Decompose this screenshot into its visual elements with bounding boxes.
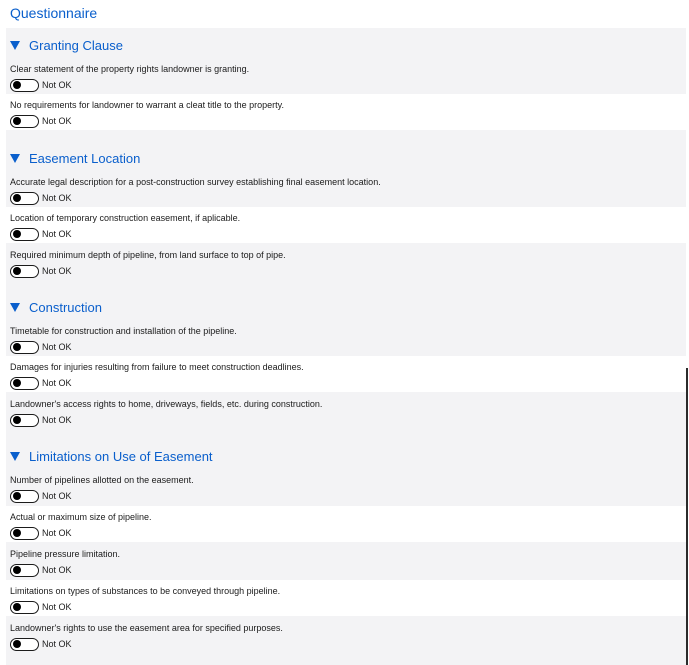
toggle-knob [13,267,21,275]
toggle-knob [13,566,21,574]
toggle-knob [13,603,21,611]
ok-toggle-switch[interactable] [10,600,39,614]
question-row: Actual or maximum size of pipeline. Not … [6,506,686,542]
question-row: Number of pipelines allotted on the ease… [6,469,686,505]
toggle-knob [13,117,21,125]
ok-toggle-switch[interactable] [10,340,39,354]
toggle-label: Not OK [42,602,72,612]
toggle-label: Not OK [42,378,72,388]
toggle-knob [13,81,21,89]
toggle-label: Not OK [42,116,72,126]
ok-toggle-switch[interactable] [10,563,39,577]
question-text: Limitations on types of substances to be… [10,586,281,596]
question-row: Accurate legal description for a post-co… [6,171,686,207]
section-header-construction[interactable]: Construction [9,296,102,318]
section-header-granting-clause[interactable]: Granting Clause [9,34,123,56]
toggle-knob [13,230,21,238]
question-text: Landowner's access rights to home, drive… [10,399,323,409]
ok-toggle-switch[interactable] [10,78,39,92]
ok-toggle-switch[interactable] [10,191,39,205]
toggle-label: Not OK [42,491,72,501]
ok-toggle-switch[interactable] [10,637,39,651]
question-text: Clear statement of the property rights l… [10,64,250,74]
caret-down-icon [9,450,21,462]
ok-toggle-switch[interactable] [10,227,39,241]
toggle-label: Not OK [42,80,72,90]
toggle-label: Not OK [42,415,72,425]
ok-toggle-switch[interactable] [10,376,39,390]
toggle-knob [13,640,21,648]
question-text: Number of pipelines allotted on the ease… [10,475,194,485]
section-header-limitations[interactable]: Limitations on Use of Easement [9,445,213,467]
toggle-label: Not OK [42,229,72,239]
toggle-knob [13,194,21,202]
toggle-label: Not OK [42,342,72,352]
ok-toggle-switch[interactable] [10,489,39,503]
ok-toggle-switch[interactable] [10,264,39,278]
question-text: Landowner's rights to use the easement a… [10,623,283,633]
question-text: Timetable for construction and installat… [10,326,237,336]
toggle-label: Not OK [42,266,72,276]
section-title: Easement Location [29,150,141,166]
scrollbar-edge[interactable] [686,368,688,665]
toggle-knob [13,416,21,424]
question-row: Landowner's access rights to home, drive… [6,393,686,429]
toggle-label: Not OK [42,193,72,203]
section-title: Construction [29,299,102,315]
section-title: Granting Clause [29,37,123,53]
question-row: Clear statement of the property rights l… [6,58,686,94]
question-row: Required minimum depth of pipeline, from… [6,244,686,280]
question-text: Location of temporary construction easem… [10,213,241,223]
question-row: Location of temporary construction easem… [6,207,686,243]
toggle-knob [13,379,21,387]
page-title: Questionnaire [10,5,98,21]
ok-toggle-switch[interactable] [10,526,39,540]
toggle-knob [13,529,21,537]
question-row: Timetable for construction and installat… [6,320,686,356]
toggle-label: Not OK [42,639,72,649]
question-row: Pipeline pressure limitation. Not OK [6,543,686,579]
questionnaire-panel: Granting Clause Clear statement of the p… [6,28,686,665]
question-text: Accurate legal description for a post-co… [10,177,381,187]
toggle-label: Not OK [42,528,72,538]
question-row: Damages for injuries resulting from fail… [6,356,686,392]
section-title: Limitations on Use of Easement [29,448,213,464]
question-text: No requirements for landowner to warrant… [10,100,284,110]
toggle-knob [13,343,21,351]
question-text: Required minimum depth of pipeline, from… [10,250,286,260]
caret-down-icon [9,39,21,51]
toggle-knob [13,492,21,500]
toggle-label: Not OK [42,565,72,575]
ok-toggle-switch[interactable] [10,114,39,128]
question-row: Landowner's rights to use the easement a… [6,617,686,653]
question-row: No requirements for landowner to warrant… [6,94,686,130]
question-text: Pipeline pressure limitation. [10,549,121,559]
caret-down-icon [9,301,21,313]
section-header-easement-location[interactable]: Easement Location [9,147,140,169]
question-row: Limitations on types of substances to be… [6,580,686,616]
question-text: Actual or maximum size of pipeline. [10,512,152,522]
ok-toggle-switch[interactable] [10,413,39,427]
caret-down-icon [9,152,21,164]
question-text: Damages for injuries resulting from fail… [10,362,304,372]
